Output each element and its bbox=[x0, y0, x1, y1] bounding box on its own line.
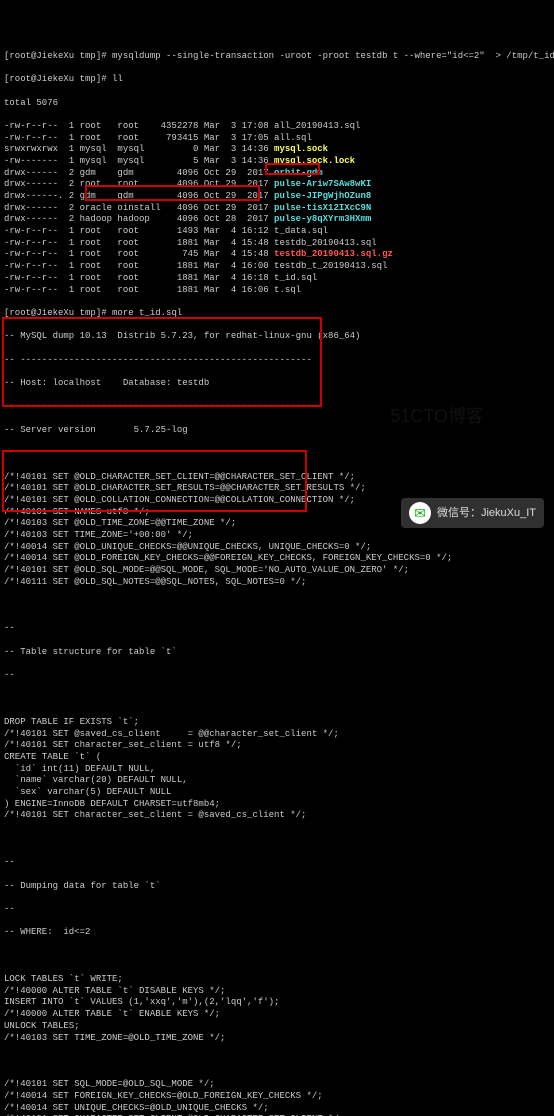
highlight-box-create bbox=[2, 317, 322, 407]
where-comment: -- WHERE: id<=2 bbox=[4, 927, 550, 939]
wechat-icon: ✉ bbox=[409, 502, 431, 524]
shell-line: [root@JiekeXu tmp]# ll bbox=[4, 74, 550, 86]
ls-output: -rw-r--r-- 1 root root 4352278 Mar 3 17:… bbox=[4, 121, 550, 296]
restore-vars-block: /*!40101 SET SQL_MODE=@OLD_SQL_MODE */;/… bbox=[4, 1079, 550, 1116]
highlight-box-more bbox=[85, 185, 260, 201]
lock-tables-block: LOCK TABLES `t` WRITE;/*!40000 ALTER TAB… bbox=[4, 974, 550, 1044]
server-version: -- Server version 5.7.25-log bbox=[4, 425, 550, 437]
highlight-box-lock bbox=[2, 450, 307, 512]
shell-line: [root@JiekeXu tmp]# mysqldump --single-t… bbox=[4, 51, 550, 63]
wechat-watermark: ✉ 微信号：JiekuXu_IT bbox=[401, 498, 544, 528]
dump-comment: -- Dumping data for table `t` bbox=[4, 881, 550, 893]
highlight-box-tid bbox=[265, 163, 320, 175]
total-line: total 5076 bbox=[4, 98, 550, 110]
wechat-label: 微信号：JiekuXu_IT bbox=[437, 506, 536, 520]
struct-comment: -- Table structure for table `t` bbox=[4, 647, 550, 659]
create-table-block: DROP TABLE IF EXISTS `t`;/*!40101 SET @s… bbox=[4, 717, 550, 822]
